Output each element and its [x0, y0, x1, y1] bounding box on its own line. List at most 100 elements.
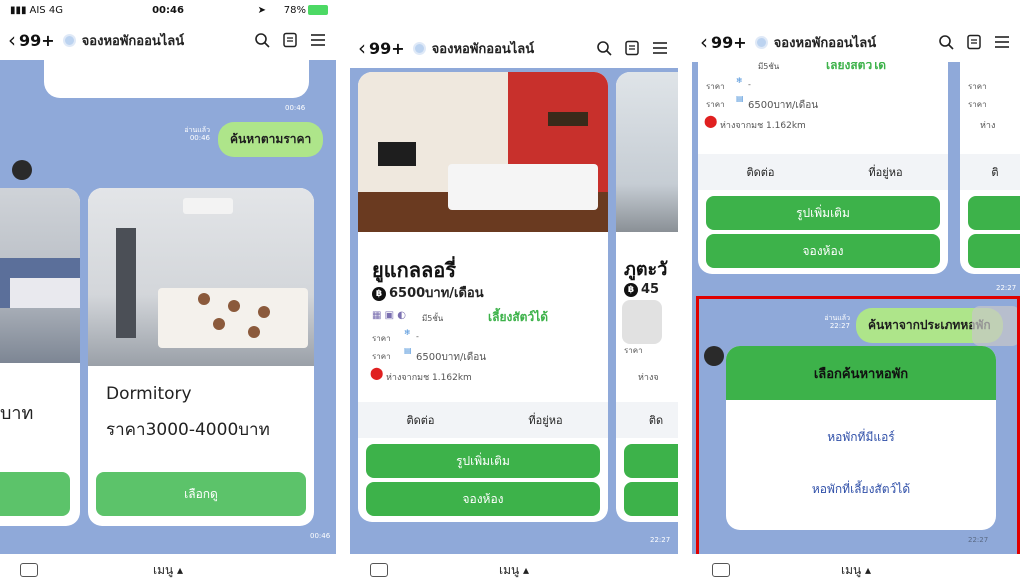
menu-icon[interactable] [310, 32, 326, 48]
status-bar: ▮▮▮ AIS 4G 00:46 ➤ 78% [0, 0, 336, 20]
price-label-2: ราคา [372, 352, 391, 361]
unread-count: 99+ [19, 30, 55, 50]
timestamp: 00:46 [310, 532, 331, 540]
partial-book-button[interactable] [968, 234, 1020, 268]
ac-price: - [748, 80, 751, 89]
partial-select-button[interactable] [0, 472, 70, 516]
option-pet-friendly-dorm[interactable]: หอพักที่เลี้ยงสัตว์ได้ [726, 480, 996, 499]
select-card-header: เลือกค้นหาหอพัก [726, 346, 996, 400]
back-button[interactable]: ‹ 99+ [8, 30, 55, 50]
contact-button[interactable]: ติดต่อ [358, 402, 483, 438]
distance-text: ห่างจากมช 1.162km [720, 121, 806, 131]
fan-icon: ▤ [736, 94, 744, 103]
ac-price: - [416, 332, 419, 341]
panel-1: ▮▮▮ AIS 4G 00:46 ➤ 78% ‹ 99+ จองหอพักออนไ… [0, 0, 336, 586]
dorm-price-range: ราคา3000-4000บาท [106, 420, 270, 440]
room-price: 6500บาท/เดือน [748, 100, 819, 111]
partial-price: บาท [0, 403, 34, 424]
dorm-card-ugallery[interactable]: ยูแกลลอรี่ ฿ 6500บาท/เดือน ▦ ▣ ◐ มี5ชั้น … [358, 72, 608, 522]
keyboard-icon[interactable] [370, 563, 388, 577]
bottom-bar: เมนู ▴ [350, 554, 678, 586]
pet-friendly-text: เลี้ยงสัตว์ได้ [488, 310, 549, 324]
search-icon[interactable] [254, 32, 270, 48]
chevron-left-icon: ‹ [358, 36, 366, 60]
partial-contact-button[interactable]: ติ [960, 154, 1020, 190]
option-aircon-dorm[interactable]: หอพักที่มีแอร์ [726, 428, 996, 447]
carousel-card-partial[interactable]: บาท [0, 188, 80, 526]
unread-count: 99+ [369, 38, 405, 58]
floors-text: มี5ชั้น [422, 314, 444, 323]
partial-price-label: ราคา [624, 346, 643, 355]
menu-icon[interactable] [994, 34, 1010, 50]
panel-2: ‹ 99+ จองหอพักออนไลน์ ยูแกลลอรี่ ฿ 6500บาท… [350, 0, 678, 586]
chat-title: จองหอพักออนไลน์ [81, 33, 185, 49]
partial-distance: ห่าง [980, 121, 996, 131]
notes-icon[interactable] [966, 34, 982, 50]
address-button[interactable]: ที่อยู่หอ [483, 402, 608, 438]
baht-icon: ฿ [372, 286, 386, 301]
more-photos-button[interactable]: รูปเพิ่มเติม [706, 196, 940, 230]
price-text: 6500บาท/เดือน [389, 286, 484, 301]
partial-price-label-2: ราคา [968, 100, 987, 109]
floors-text: มี5ชั้น [758, 62, 780, 71]
previous-message-bubble [44, 60, 309, 98]
chat-header: ‹ 99+ จองหอพักออนไลน์ [692, 22, 1020, 62]
partial-contact-button[interactable]: ติด [616, 402, 678, 438]
price-label-1: ราคา [706, 82, 725, 91]
read-label: อ่านแล้ว [824, 314, 850, 322]
location-icon: ➤ [257, 4, 266, 16]
partial-more-button[interactable] [624, 444, 678, 478]
timestamp: 22:27 [996, 284, 1017, 292]
partial-dorm-name: ภูตะวั [624, 259, 668, 280]
dorm-card-partial[interactable]: ราคา ราคา ห่าง ติ [960, 62, 1020, 274]
overlay-indicator[interactable] [972, 306, 1020, 346]
select-dorm-type-card: เลือกค้นหาหอพัก หอพักที่มีแอร์ หอพักที่เ… [726, 346, 996, 530]
timestamp: 00:46 [285, 104, 306, 112]
rich-menu-toggle[interactable]: เมนู ▴ [499, 561, 529, 580]
room-photo [88, 188, 314, 366]
notes-icon[interactable] [624, 40, 640, 56]
menu-icon[interactable] [652, 40, 668, 56]
partial-book-button[interactable] [624, 482, 678, 516]
back-button[interactable]: ‹ 99+ [700, 32, 747, 52]
partial-more-button[interactable] [968, 196, 1020, 230]
search-icon[interactable] [938, 34, 954, 50]
partial-price: ฿ 45 [624, 282, 659, 297]
ac-icon: ❄ [404, 328, 411, 337]
keyboard-icon[interactable] [712, 563, 730, 577]
read-label: อ่านแล้ว [184, 126, 210, 134]
book-room-button[interactable]: จองห้อง [366, 482, 600, 516]
contact-button[interactable]: ติดต่อ [698, 154, 823, 190]
back-button[interactable]: ‹ 99+ [358, 38, 405, 58]
search-icon[interactable] [596, 40, 612, 56]
keyboard-icon[interactable] [20, 563, 38, 577]
chevron-left-icon: ‹ [8, 28, 16, 52]
signal-icon: ▮▮▮ [10, 4, 27, 16]
read-receipt: อ่านแล้ว 22:27 [804, 314, 850, 331]
more-photos-button[interactable]: รูปเพิ่มเติม [366, 444, 600, 478]
dormitory-card[interactable]: Dormitory ราคา3000-4000บาท เลือกดู [88, 188, 314, 526]
room-photo [0, 188, 80, 363]
address-button[interactable]: ที่อยู่หอ [823, 154, 948, 190]
pet-friendly-text: เลี้ยงสัตว์ได้ [826, 62, 887, 72]
book-room-button[interactable]: จองห้อง [706, 234, 940, 268]
verified-shield-icon [62, 33, 76, 47]
select-view-button[interactable]: เลือกดู [96, 472, 306, 516]
dorm-card-remainder[interactable]: มี5ชั้น เลี้ยงสัตว์ได้ ราคา ❄ - ราคา ▤ 6… [698, 62, 948, 274]
dorm-card-partial[interactable]: ภูตะวั ฿ 45 ราคา ห่างจ ติด [616, 72, 678, 522]
rich-menu-toggle[interactable]: เมนู ▴ [153, 561, 183, 580]
carousel-scroll-indicator[interactable] [622, 300, 662, 344]
chevron-left-icon: ‹ [700, 30, 708, 54]
chat-header: ‹ 99+ จองหอพักออนไลน์ [0, 20, 336, 60]
rich-menu-toggle[interactable]: เมนู ▴ [841, 561, 871, 580]
battery-icon [308, 5, 328, 15]
dorm-title: Dormitory [106, 384, 192, 404]
partial-price-label-1: ราคา [968, 82, 987, 91]
search-by-price-bubble: ค้นหาตามราคา [218, 122, 324, 157]
notes-icon[interactable] [282, 32, 298, 48]
bot-avatar [12, 160, 32, 180]
battery-percent: 78% [283, 4, 306, 16]
select-card-title: เลือกค้นหาหอพัก [813, 366, 909, 382]
verified-shield-icon [412, 41, 426, 55]
monthly-price: ฿ 6500บาท/เดือน [372, 282, 484, 303]
